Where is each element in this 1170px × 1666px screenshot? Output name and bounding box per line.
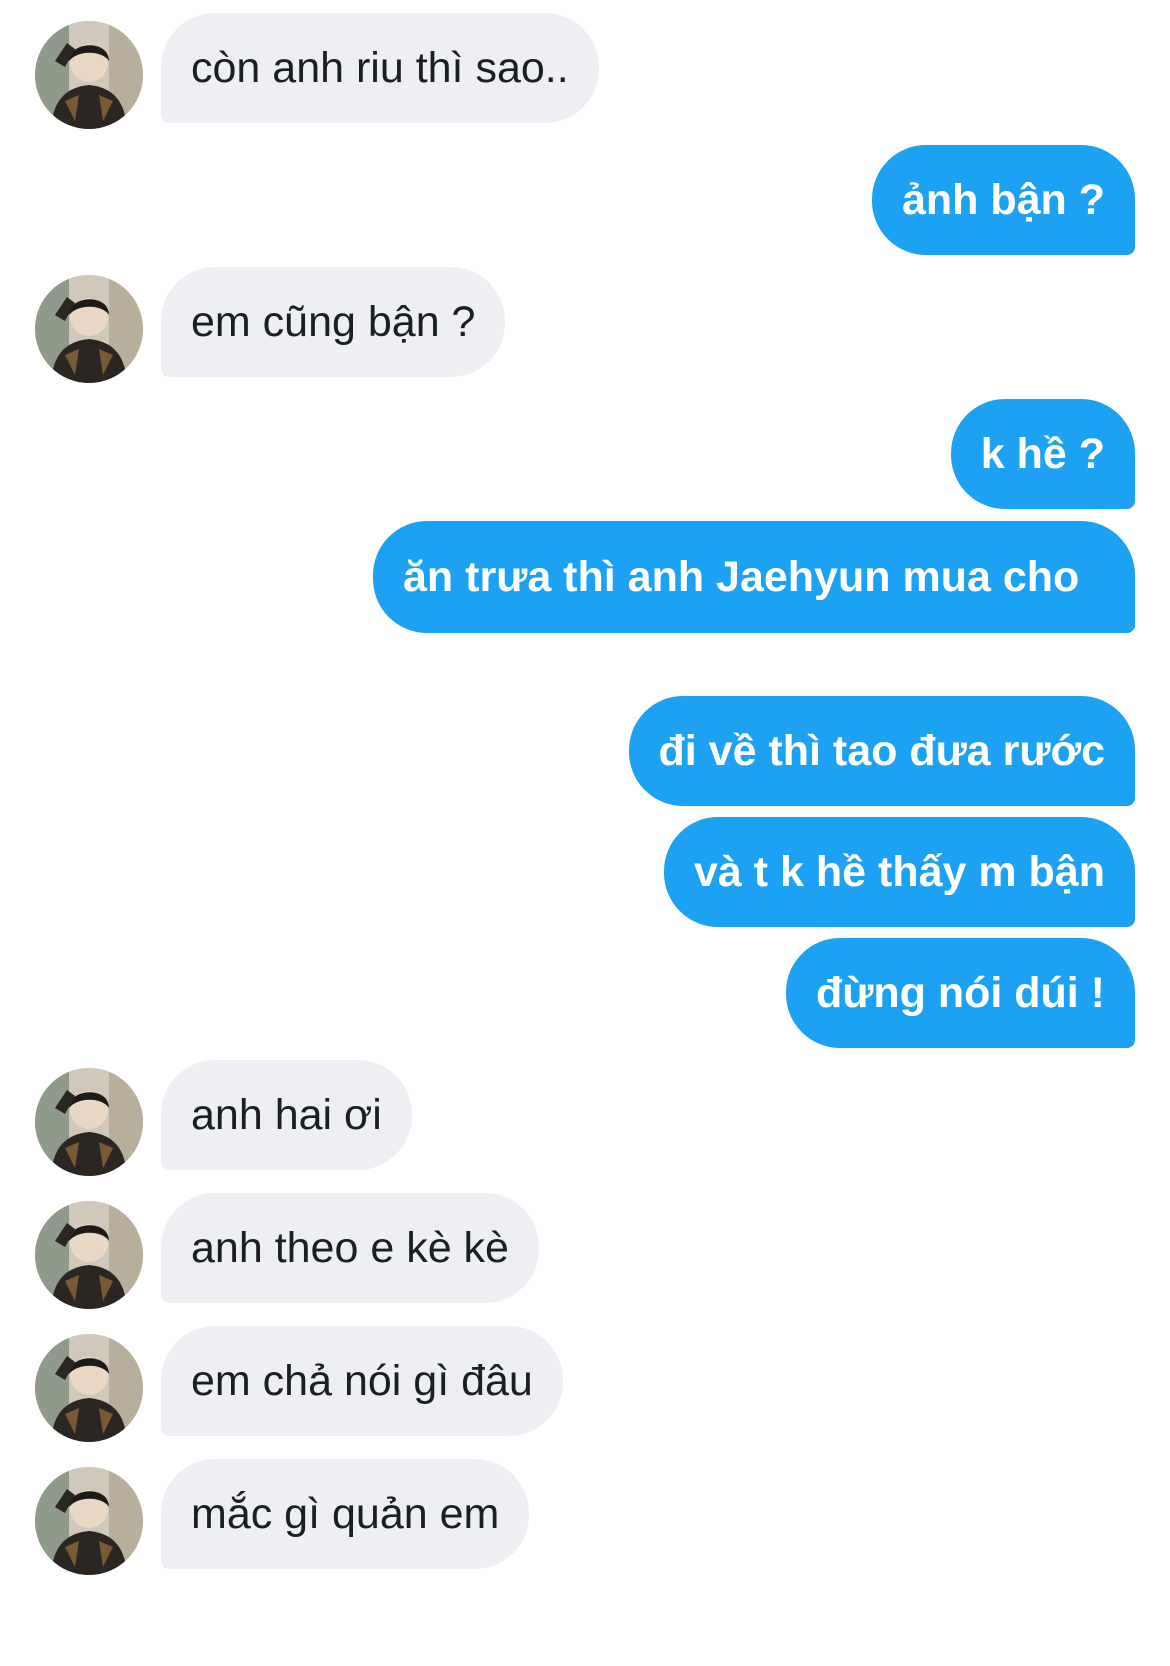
sender-avatar[interactable] <box>35 21 143 129</box>
outgoing-message[interactable]: k hề ? <box>950 399 1135 509</box>
avatar-photo-icon <box>35 275 143 383</box>
sender-avatar[interactable] <box>35 275 143 383</box>
avatar-photo-icon <box>35 1201 143 1309</box>
outgoing-message[interactable]: và t k hề thấy m bận <box>663 817 1135 927</box>
incoming-message[interactable]: anh theo e kè kè <box>161 1193 539 1303</box>
sender-avatar[interactable] <box>35 1201 143 1309</box>
outgoing-message[interactable]: ăn trưa thì anh Jaehyun mua cho <box>373 521 1135 633</box>
avatar-photo-icon <box>35 1467 143 1575</box>
sender-avatar[interactable] <box>35 1334 143 1442</box>
outgoing-message[interactable]: ảnh bận ? <box>871 145 1135 255</box>
incoming-message[interactable]: em chả nói gì đâu <box>161 1326 563 1436</box>
sender-avatar[interactable] <box>35 1068 143 1176</box>
outgoing-message[interactable]: đi về thì tao đưa rước <box>628 696 1135 806</box>
incoming-message[interactable]: còn anh riu thì sao.. <box>161 13 599 123</box>
outgoing-message[interactable]: đừng nói dúi ! <box>785 938 1135 1048</box>
avatar-photo-icon <box>35 1068 143 1176</box>
message-thread: còn anh riu thì sao.. ảnh bận ? em cũng … <box>0 0 1170 1666</box>
avatar-photo-icon <box>35 1334 143 1442</box>
sender-avatar[interactable] <box>35 1467 143 1575</box>
incoming-message[interactable]: mắc gì quản em <box>161 1459 530 1569</box>
avatar-photo-icon <box>35 21 143 129</box>
incoming-message[interactable]: em cũng bận ? <box>161 267 506 377</box>
incoming-message[interactable]: anh hai ơi <box>161 1060 412 1170</box>
